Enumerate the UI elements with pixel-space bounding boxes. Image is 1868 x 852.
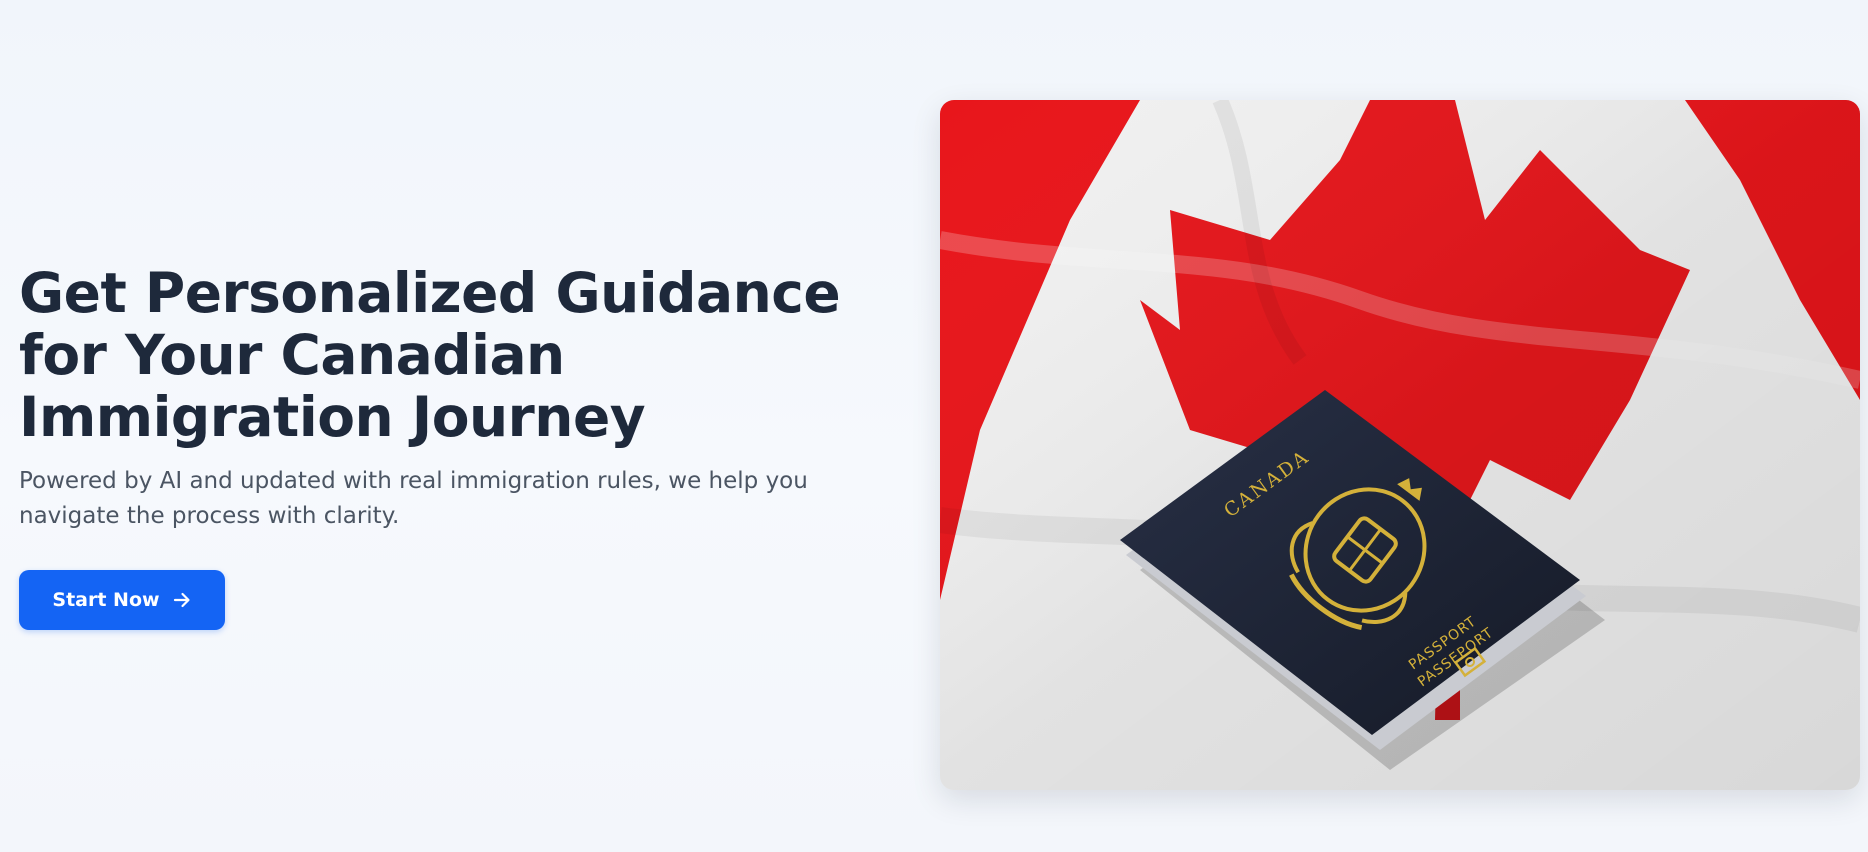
- hero-headline: Get Personalized Guidance for Your Canad…: [19, 261, 841, 449]
- hero-subtext: Powered by AI and updated with real immi…: [19, 468, 808, 529]
- start-now-button-label: Start Now: [52, 589, 160, 611]
- hero-image-canada-flag-passport: CANADA PASSPORT PASSEPORT: [940, 100, 1860, 790]
- start-now-button[interactable]: Start Now: [19, 570, 225, 630]
- hero-section: Get Personalized Guidance for Your Canad…: [0, 0, 1868, 852]
- flag-passport-illustration: CANADA PASSPORT PASSEPORT: [940, 100, 1860, 790]
- arrow-right-icon: [172, 590, 192, 610]
- hero-text-block: Get Personalized Guidance for Your Canad…: [19, 262, 899, 534]
